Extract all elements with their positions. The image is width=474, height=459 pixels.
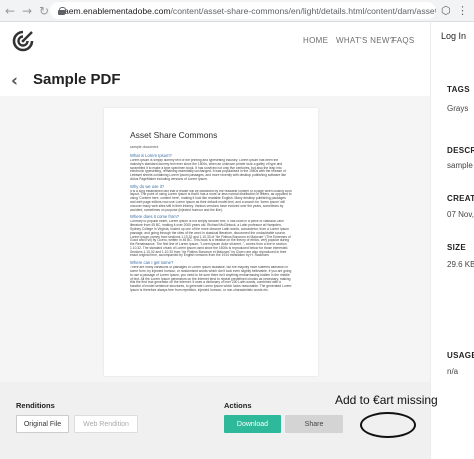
asset-share-logo-icon[interactable] (12, 30, 34, 52)
usage-value: n/a (447, 367, 459, 376)
document-paragraph: There are many variations of passages of… (130, 266, 292, 292)
url-host: aem.enablementadobe.com (64, 5, 171, 16)
created-label: CREATE (447, 194, 474, 203)
tags-label: TAGS (447, 85, 470, 94)
document-heading: What is Lorem Ipsum? (130, 153, 172, 158)
document-paragraph: Contrary to popular belief, Lorem Ipsum … (130, 220, 291, 258)
created-value: 07 Nov, 2 (447, 210, 474, 219)
download-button[interactable]: Download (224, 415, 281, 433)
annotation-circle (360, 412, 416, 438)
nav-whats-new-link[interactable]: WHAT'S NEW? (336, 36, 394, 45)
login-link[interactable]: Log In (441, 31, 466, 41)
app-window: ← → ↻ aem.enablementadobe.com/content/as… (0, 0, 474, 459)
document-preview: Asset Share Commons sample document What… (104, 108, 318, 376)
tags-value[interactable]: Grays (447, 104, 468, 113)
size-value: 29.6 KB (447, 260, 474, 269)
usage-label: USAGE (447, 351, 474, 360)
share-button[interactable]: Share (285, 415, 343, 433)
description-label: DESCRI (447, 146, 474, 155)
document-title: Asset Share Commons (130, 130, 218, 140)
page-title: Sample PDF (33, 71, 121, 88)
back-chevron-icon[interactable]: ‹ (11, 71, 18, 91)
address-bar[interactable]: aem.enablementadobe.com/content/asset-sh… (50, 2, 436, 19)
document-paragraph: It is a long established fact that a rea… (130, 189, 292, 212)
document-heading: Where does it come from? (130, 214, 180, 220)
document-heading: Where can I get some? (130, 260, 174, 266)
renditions-label: Renditions (16, 401, 55, 410)
annotation-note: Add to €art missing (335, 393, 438, 407)
url-path: /content/asset-share-commons/en/light/de… (170, 5, 436, 16)
nav-home-link[interactable]: HOME (303, 36, 328, 45)
menu-icon[interactable]: ⋮ (457, 4, 468, 17)
size-label: SIZE (447, 243, 466, 252)
reload-icon[interactable]: ↻ (37, 4, 51, 18)
document-subtitle: sample document (130, 145, 159, 149)
forward-arrow-icon[interactable]: → (20, 4, 34, 18)
browser-toolbar: ← → ↻ aem.enablementadobe.com/content/as… (0, 0, 474, 22)
document-paragraph: Lorem Ipsum is simply dummy text of the … (130, 159, 287, 181)
document-heading: Why do we use it? (130, 183, 165, 189)
extension-icon[interactable]: ⬡ (441, 4, 451, 17)
original-file-button[interactable]: Original File (16, 415, 69, 433)
back-arrow-icon[interactable]: ← (3, 4, 17, 18)
nav-faqs-link[interactable]: FAQS (392, 36, 415, 45)
web-rendition-button[interactable]: Web Rendition (74, 415, 138, 433)
actions-label: Actions (224, 401, 252, 410)
description-value: sample p (447, 161, 474, 170)
